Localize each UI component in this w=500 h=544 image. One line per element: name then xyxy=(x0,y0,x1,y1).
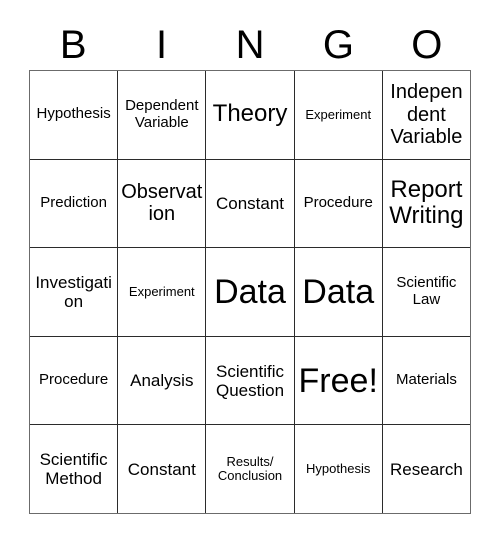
bingo-row: Hypothesis Dependent Variable Theory Exp… xyxy=(30,71,470,160)
bingo-header-letter-n: N xyxy=(235,23,265,67)
bingo-cell-free[interactable]: Free! xyxy=(295,336,383,425)
bingo-cell[interactable]: Prediction xyxy=(30,159,119,248)
bingo-cell[interactable]: Data xyxy=(295,248,383,336)
bingo-cell[interactable]: Experiment xyxy=(295,71,383,159)
bingo-grid: Hypothesis Dependent Variable Theory Exp… xyxy=(29,70,471,514)
bingo-cell[interactable]: Scientific Law xyxy=(383,248,470,336)
bingo-header-letter-o: O xyxy=(411,23,443,67)
bingo-cell[interactable]: Report Writing xyxy=(383,160,470,248)
bingo-header-letter-b: B xyxy=(59,23,87,67)
bingo-cell[interactable]: Investigation xyxy=(30,248,119,336)
bingo-header-letter-g: G xyxy=(322,23,354,67)
bingo-cell[interactable]: Theory xyxy=(206,71,295,159)
bingo-card: B I N G O Hypothesis Dependent Variable … xyxy=(0,0,500,544)
bingo-cell[interactable]: Analysis xyxy=(118,336,207,425)
bingo-cell[interactable]: Independent Variable xyxy=(383,71,470,159)
bingo-cell[interactable]: Constant xyxy=(118,425,207,513)
bingo-cell[interactable]: Scientific Method xyxy=(30,425,119,513)
bingo-cell[interactable]: Hypothesis xyxy=(295,425,383,513)
bingo-cell[interactable]: Scientific Question xyxy=(206,336,295,425)
bingo-cell[interactable]: Procedure xyxy=(30,336,119,425)
bingo-cell[interactable]: Results/ Conclusion xyxy=(206,425,295,513)
bingo-header-row: B I N G O xyxy=(29,22,471,68)
bingo-cell[interactable]: Hypothesis xyxy=(30,71,119,159)
bingo-cell[interactable]: Dependent Variable xyxy=(118,71,207,159)
bingo-row: Prediction Observation Constant Procedur… xyxy=(30,159,470,249)
bingo-header-letter-i: I xyxy=(156,23,168,67)
bingo-cell[interactable]: Procedure xyxy=(295,159,383,248)
bingo-cell[interactable]: Constant xyxy=(206,159,295,248)
bingo-cell[interactable]: Experiment xyxy=(118,248,207,336)
bingo-cell[interactable]: Observation xyxy=(118,159,207,248)
bingo-row: Scientific Method Constant Results/ Conc… xyxy=(30,425,470,513)
bingo-cell[interactable]: Research xyxy=(383,425,470,513)
bingo-cell[interactable]: Data xyxy=(206,248,295,336)
bingo-cell[interactable]: Materials xyxy=(383,337,470,425)
bingo-row: Procedure Analysis Scientific Question F… xyxy=(30,336,470,426)
bingo-row: Investigation Experiment Data Data Scien… xyxy=(30,248,470,337)
